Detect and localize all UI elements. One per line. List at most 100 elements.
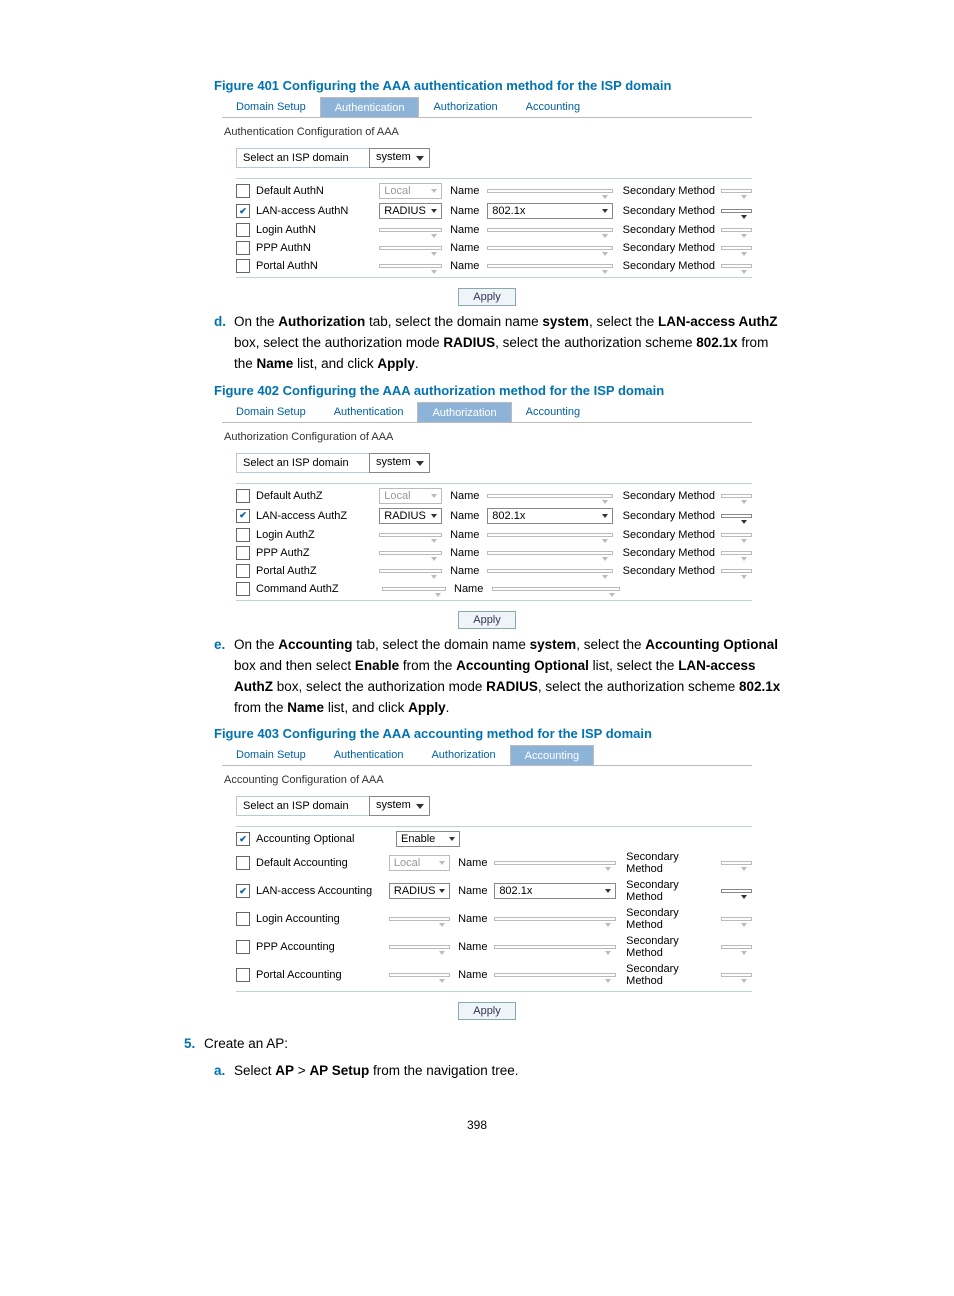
checkbox[interactable]: [236, 204, 250, 218]
checkbox[interactable]: [236, 528, 250, 542]
name-select: [487, 551, 612, 555]
checkbox[interactable]: [236, 489, 250, 503]
checkbox[interactable]: [236, 884, 250, 898]
tab-domain-setup[interactable]: Domain Setup: [222, 745, 320, 765]
tab-accounting[interactable]: Accounting: [512, 97, 594, 117]
row-label: Login Accounting: [254, 913, 385, 925]
name-label: Name: [446, 529, 483, 541]
name-select[interactable]: 802.1x: [487, 508, 612, 524]
opt-row: Accounting Optional Enable: [236, 829, 752, 849]
sm-label: Secondary Method: [620, 935, 717, 959]
config-row: Login AccountingNameSecondary Method: [236, 905, 752, 933]
tab-authentication[interactable]: Authentication: [320, 97, 420, 117]
domain-select[interactable]: system: [369, 796, 430, 816]
conf-title-402: Authorization Configuration of AAA: [224, 431, 752, 443]
checkbox[interactable]: [236, 582, 250, 596]
domain-select[interactable]: system: [369, 148, 430, 168]
checkbox[interactable]: [236, 912, 250, 926]
step-e-body: On the Accounting tab, select the domain…: [234, 635, 782, 719]
sm-select: [721, 494, 753, 498]
step-5-num: 5.: [184, 1034, 204, 1055]
row-label: Login AuthZ: [254, 529, 375, 541]
step-5: 5. Create an AP:: [184, 1034, 782, 1055]
sm-label: Secondary Method: [617, 490, 717, 502]
sm-select: [721, 973, 752, 977]
name-select: [487, 189, 612, 193]
sm-select[interactable]: [721, 889, 752, 893]
row-label: Portal AuthN: [254, 260, 375, 272]
name-label: Name: [446, 490, 483, 502]
domain-label-input: Select an ISP domain: [236, 796, 369, 816]
row-label: Default AuthZ: [254, 490, 375, 502]
figure-402-caption: Figure 402 Configuring the AAA authoriza…: [214, 383, 782, 398]
domain-label-input: Select an ISP domain: [236, 453, 369, 473]
method-select: [379, 264, 442, 268]
sm-label: Secondary Method: [620, 879, 717, 903]
tab-authorization[interactable]: Authorization: [417, 402, 511, 422]
method-select[interactable]: RADIUS: [379, 203, 442, 219]
tab-accounting[interactable]: Accounting: [510, 745, 594, 765]
step-e-letter: e.: [214, 635, 234, 719]
apply-button[interactable]: Apply: [458, 611, 516, 629]
name-select: [487, 228, 612, 232]
checkbox[interactable]: [236, 223, 250, 237]
method-select[interactable]: RADIUS: [389, 883, 450, 899]
tab-authorization[interactable]: Authorization: [417, 745, 509, 765]
name-select[interactable]: 802.1x: [487, 203, 612, 219]
name-label: Name: [450, 583, 488, 595]
sm-select: [721, 917, 752, 921]
name-select: [492, 587, 620, 591]
step-5a: a. Select AP > AP Setup from the navigat…: [214, 1061, 782, 1082]
name-select: [487, 264, 612, 268]
row-label: LAN-access Accounting: [254, 885, 385, 897]
method-select: [379, 569, 442, 573]
row-label: PPP AuthZ: [254, 547, 375, 559]
config-row: LAN-access AuthZRADIUSName802.1xSecondar…: [236, 506, 752, 526]
figure-403-screenshot: Domain Setup Authentication Authorizatio…: [222, 745, 752, 1020]
checkbox[interactable]: [236, 184, 250, 198]
checkbox[interactable]: [236, 940, 250, 954]
figure-401-caption: Figure 401 Configuring the AAA authentic…: [214, 78, 782, 93]
row-label: Login AuthN: [254, 224, 375, 236]
checkbox[interactable]: [236, 564, 250, 578]
row-label: Accounting Optional: [254, 833, 392, 845]
step-d-body: On the Authorization tab, select the dom…: [234, 312, 782, 375]
domain-select[interactable]: system: [369, 453, 430, 473]
checkbox[interactable]: [236, 509, 250, 523]
checkbox[interactable]: [236, 832, 250, 846]
tab-accounting[interactable]: Accounting: [512, 402, 594, 422]
method-select[interactable]: RADIUS: [379, 508, 442, 524]
checkbox[interactable]: [236, 259, 250, 273]
sm-select: [721, 228, 753, 232]
checkbox[interactable]: [236, 546, 250, 560]
sm-select: [721, 246, 753, 250]
method-select[interactable]: Enable: [396, 831, 460, 847]
checkbox[interactable]: [236, 968, 250, 982]
sm-select[interactable]: [721, 209, 753, 213]
sm-select: [721, 189, 753, 193]
tab-authorization[interactable]: Authorization: [419, 97, 511, 117]
checkbox[interactable]: [236, 241, 250, 255]
tabs-401: Domain Setup Authentication Authorizatio…: [222, 97, 752, 118]
sm-label: Secondary Method: [617, 547, 717, 559]
apply-button[interactable]: Apply: [458, 288, 516, 306]
sm-label: Secondary Method: [620, 907, 717, 931]
figure-403-caption: Figure 403 Configuring the AAA accountin…: [214, 726, 782, 741]
step-d-letter: d.: [214, 312, 234, 375]
tab-authentication[interactable]: Authentication: [320, 402, 418, 422]
sm-select: [721, 945, 752, 949]
name-label: Name: [446, 510, 483, 522]
conf-title-401: Authentication Configuration of AAA: [224, 126, 752, 138]
sm-label: Secondary Method: [620, 851, 717, 875]
checkbox[interactable]: [236, 856, 250, 870]
apply-button[interactable]: Apply: [458, 1002, 516, 1020]
sm-select[interactable]: [721, 514, 753, 518]
name-select: [487, 533, 612, 537]
tabs-402: Domain Setup Authentication Authorizatio…: [222, 402, 752, 423]
row-label: Portal AuthZ: [254, 565, 375, 577]
name-select[interactable]: 802.1x: [494, 883, 616, 899]
method-select: [379, 246, 442, 250]
tab-domain-setup[interactable]: Domain Setup: [222, 402, 320, 422]
tab-authentication[interactable]: Authentication: [320, 745, 418, 765]
tab-domain-setup[interactable]: Domain Setup: [222, 97, 320, 117]
